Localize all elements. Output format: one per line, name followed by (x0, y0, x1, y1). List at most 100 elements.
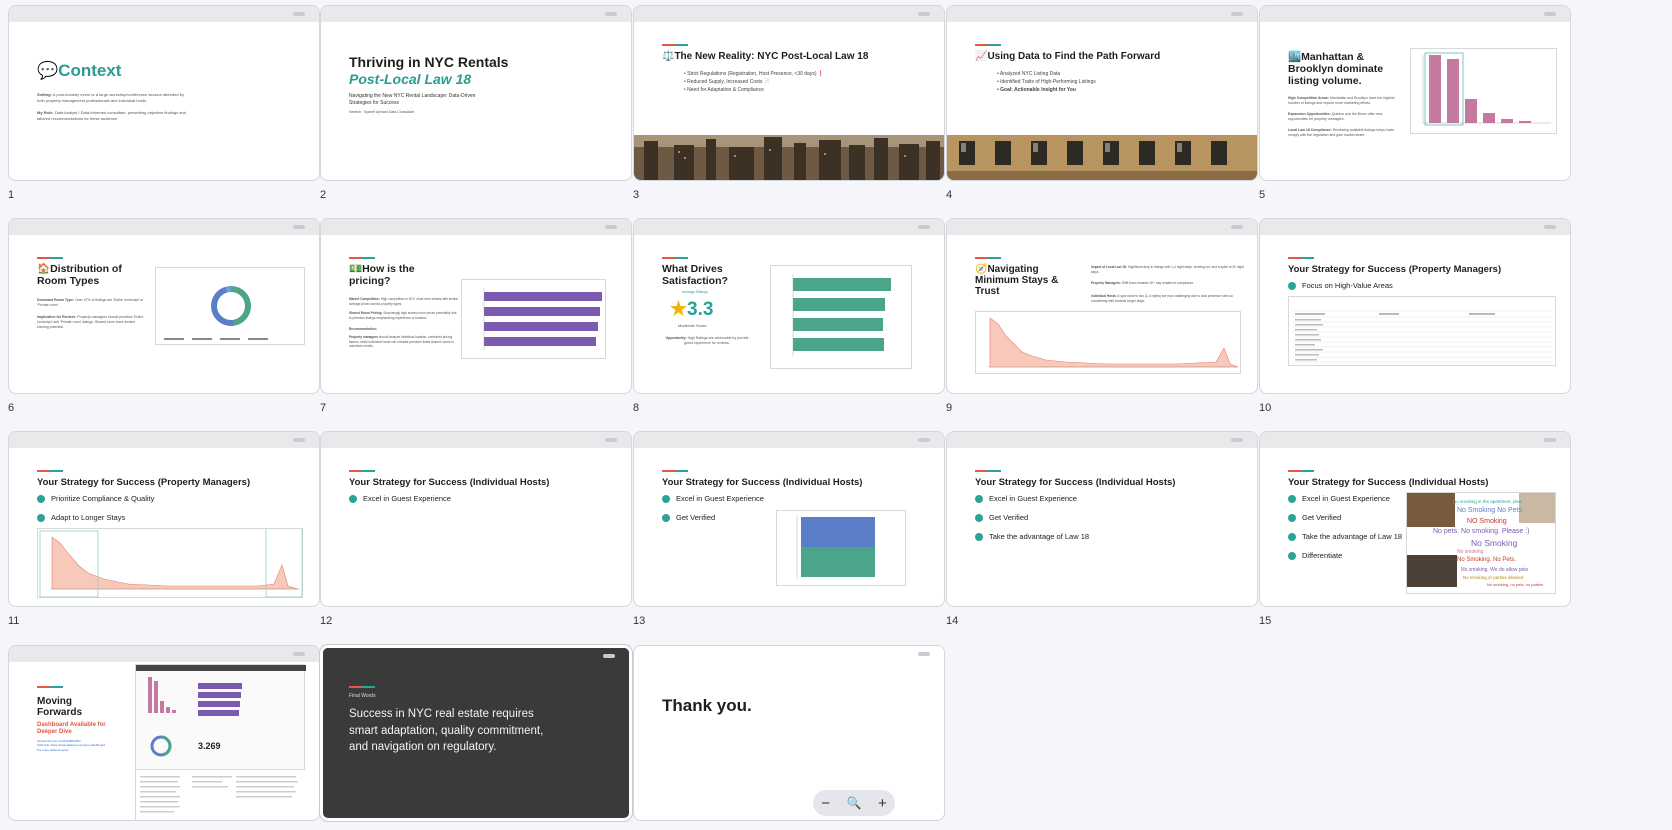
slide-2[interactable]: Thriving in NYC Rentals Post-Local Law 1… (320, 5, 632, 181)
strategy-item: Get Verified (1288, 513, 1341, 522)
average-rating: 3.3 (687, 299, 714, 320)
slide-title: Thriving in NYC Rentals (349, 54, 509, 70)
strategy-item: Prioritize Compliance & Quality (37, 494, 154, 503)
slide-menu-icon[interactable] (1231, 438, 1243, 442)
slide-15[interactable]: Your Strategy for Success (Individual Ho… (1259, 431, 1571, 607)
slide-11[interactable]: Your Strategy for Success (Property Mana… (8, 431, 320, 607)
slide-thumb-13[interactable]: Your Strategy for Success (Individual Ho… (633, 431, 945, 627)
slide-menu-icon[interactable] (293, 438, 305, 442)
slide-number: 10 (1259, 402, 1272, 414)
bullet-list: Analyzed NYC Listing Data Identified Tra… (997, 70, 1096, 94)
speech-icon: 💬 (37, 61, 59, 80)
slide-menu-icon[interactable] (293, 12, 305, 16)
check-icon (975, 513, 983, 522)
slide-thumb-3[interactable]: ⚖️The New Reality: NYC Post-Local Law 18… (633, 5, 945, 201)
verified-stacked-chart (776, 510, 906, 586)
final-quote: Success in NYC real estate requires smar… (349, 708, 544, 754)
strategy-item: Excel in Guest Experience (662, 494, 764, 503)
slide-thumb-7[interactable]: 💵How is the pricing? Market Competition:… (320, 218, 632, 414)
slide-thumb-1[interactable]: 💬Context Setting: A post-industry event … (8, 5, 320, 201)
city-skyline-photo (634, 135, 944, 180)
slide-menu-icon[interactable] (918, 652, 930, 656)
slide-18[interactable]: Thank you. (633, 645, 945, 821)
slide-1[interactable]: 💬Context Setting: A post-industry event … (8, 5, 320, 181)
slide-menu-icon[interactable] (918, 225, 930, 229)
slide-9[interactable]: 🧭Navigating Minimum Stays & Trust Impact… (946, 218, 1258, 394)
slide-number: 13 (633, 615, 646, 627)
final-words-label: Final Words (349, 693, 376, 699)
slide-number: 9 (946, 402, 953, 414)
slide-title: Your Strategy for Success (Property Mana… (37, 477, 251, 488)
slide-menu-icon[interactable] (1544, 438, 1556, 442)
slide-thumb-8[interactable]: What Drives Satisfaction? Average Rating… (633, 218, 945, 414)
slide-menu-icon[interactable] (605, 438, 617, 442)
slide-thumb-9[interactable]: 🧭Navigating Minimum Stays & Trust Impact… (946, 218, 1258, 414)
slide-thumb-6[interactable]: 🏠Distribution of Room Types Dominant Roo… (8, 218, 320, 414)
slide-4[interactable]: 📈Using Data to Find the Path Forward Ana… (946, 5, 1258, 181)
slide-title: Manhattan & Brooklyn dominate listing vo… (1288, 51, 1384, 87)
slide-thumb-17[interactable]: Final Words Success in NYC real estate r… (319, 644, 633, 830)
slide-14[interactable]: Your Strategy for Success (Individual Ho… (946, 431, 1258, 607)
star-icon: ★ (670, 299, 688, 320)
magnifier-icon[interactable]: 🔍 (847, 796, 862, 810)
slide-number: 11 (8, 615, 20, 627)
cityscape-icon: 🏙️ (1288, 51, 1302, 63)
slide-thumb-11[interactable]: Your Strategy for Success (Property Mana… (8, 431, 320, 627)
slide-number: 4 (946, 189, 953, 201)
check-icon (349, 494, 357, 503)
slide-menu-icon[interactable] (605, 225, 617, 229)
slide-thumb-14[interactable]: Your Strategy for Success (Individual Ho… (946, 431, 1258, 627)
slide-thumb-16[interactable]: Moving Forwards Dashboard Available for … (8, 645, 320, 830)
check-icon (1288, 551, 1296, 560)
slide-title: What Drives Satisfaction? (662, 263, 728, 287)
slide-thumb-2[interactable]: Thriving in NYC Rentals Post-Local Law 1… (320, 5, 632, 201)
slide-thumb-10[interactable]: Your Strategy for Success (Property Mana… (1259, 218, 1571, 414)
slide-7[interactable]: 💵How is the pricing? Market Competition:… (320, 218, 632, 394)
slide-number: 15 (1259, 615, 1272, 627)
slide-menu-icon[interactable] (918, 12, 930, 16)
report-link[interactable]: For more tailored report (37, 748, 127, 752)
zoom-controls: − 🔍 + (813, 790, 895, 816)
room-type-donut-chart (155, 267, 305, 345)
strategy-item: Adapt to Longer Stays (37, 513, 125, 522)
slide-menu-icon[interactable] (1544, 12, 1556, 16)
slide-menu-icon[interactable] (293, 225, 305, 229)
slide-10[interactable]: Your Strategy for Success (Property Mana… (1259, 218, 1571, 394)
strategy-item: Get Verified (975, 513, 1028, 522)
zoom-out-button[interactable]: − (821, 795, 830, 812)
slide-8[interactable]: What Drives Satisfaction? Average Rating… (633, 218, 945, 394)
slide-number: 1 (8, 189, 15, 201)
slide-thumb-15[interactable]: Your Strategy for Success (Individual Ho… (1259, 431, 1571, 627)
slide-menu-icon[interactable] (293, 652, 305, 656)
slide-13[interactable]: Your Strategy for Success (Individual Ho… (633, 431, 945, 607)
slide-12[interactable]: Your Strategy for Success (Individual Ho… (320, 431, 632, 607)
check-icon (1288, 281, 1296, 290)
slide-menu-icon[interactable] (918, 438, 930, 442)
slide-17[interactable]: Final Words Success in NYC real estate r… (319, 644, 633, 822)
house-rules-wordcloud: No smoking in the apartment, plea No Smo… (1406, 492, 1556, 594)
chart-icon: 📈 (975, 51, 988, 62)
slide-thumb-4[interactable]: 📈Using Data to Find the Path Forward Ana… (946, 5, 1258, 201)
slide-16[interactable]: Moving Forwards Dashboard Available for … (8, 645, 320, 821)
slide-thumb-5[interactable]: 🏙️Manhattan & Brooklyn dominate listing … (1259, 5, 1571, 201)
dashboard-kpi: 3.269 (198, 741, 221, 751)
slide-menu-icon[interactable] (605, 12, 617, 16)
slide-6[interactable]: 🏠Distribution of Room Types Dominant Roo… (8, 218, 320, 394)
slide-menu-icon[interactable] (1231, 12, 1243, 16)
slide-3[interactable]: ⚖️The New Reality: NYC Post-Local Law 18… (633, 5, 945, 181)
author: Hamish · Syarief Upward Data Consultant (349, 110, 414, 114)
slide-menu-icon[interactable] (1231, 225, 1243, 229)
slide-number: 5 (1259, 189, 1266, 201)
slide-menu-icon[interactable] (603, 654, 615, 658)
slide-5[interactable]: 🏙️Manhattan & Brooklyn dominate listing … (1259, 5, 1571, 181)
slide-title: Using Data to Find the Path Forward (987, 51, 1161, 62)
bullet-list: Strict Regulations (Registration, Host P… (684, 70, 824, 94)
slide-thumb-18[interactable]: Thank you. 18 (633, 645, 945, 830)
brick-building-photo (947, 135, 1257, 180)
slide-title: Context (58, 61, 122, 80)
zoom-in-button[interactable]: + (878, 795, 887, 812)
slide-menu-icon[interactable] (1544, 225, 1556, 229)
slide-thumb-12[interactable]: Your Strategy for Success (Individual Ho… (320, 431, 632, 627)
strategy-item: Excel in Guest Experience (975, 494, 1077, 503)
check-icon (37, 494, 45, 503)
